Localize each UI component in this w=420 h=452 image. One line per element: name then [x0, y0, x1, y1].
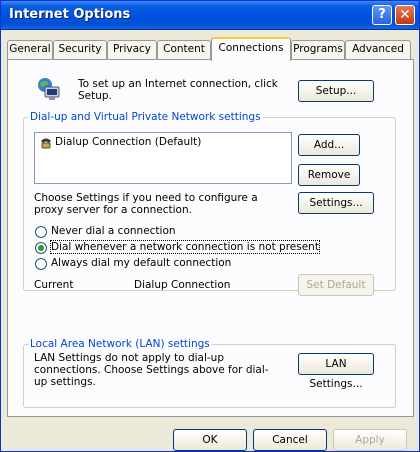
current-connection-value: Dialup Connection [134, 279, 231, 291]
list-item[interactable]: Dialup Connection (Default) [55, 136, 201, 148]
always-dial-label[interactable]: Always dial my default connection [51, 257, 231, 269]
tab-security[interactable]: Security [53, 40, 107, 59]
tab-general[interactable]: General [7, 40, 53, 59]
tab-connections[interactable]: Connections [211, 37, 291, 61]
proxy-description: Choose Settings if you need to configure… [34, 192, 258, 216]
connections-listbox[interactable]: Dialup Connection (Default) [34, 132, 292, 184]
tab-advanced[interactable]: Advanced [345, 40, 411, 59]
title-bar[interactable]: Internet Options ? ✕ [1, 1, 419, 30]
help-button[interactable]: ? [372, 5, 392, 25]
window-title: Internet Options [9, 7, 131, 22]
always-dial-radio[interactable] [35, 258, 47, 270]
setup-button[interactable]: Setup... [298, 80, 374, 102]
dialup-group-label: Dial-up and Virtual Private Network sett… [28, 111, 263, 123]
dial-when-no-network-label[interactable]: Dial whenever a network connection is no… [50, 240, 320, 254]
set-default-button[interactable]: Set Default [298, 274, 374, 296]
add-button[interactable]: Add... [298, 134, 360, 156]
never-dial-radio[interactable] [35, 226, 47, 238]
ok-button[interactable]: OK [173, 429, 247, 451]
dial-when-no-network-radio[interactable] [35, 242, 47, 254]
remove-button[interactable]: Remove [298, 164, 360, 186]
tab-privacy[interactable]: Privacy [107, 40, 157, 59]
cancel-button[interactable]: Cancel [253, 429, 327, 451]
close-button[interactable]: ✕ [395, 5, 415, 25]
lan-group-label: Local Area Network (LAN) settings [28, 338, 212, 350]
lan-settings-button[interactable]: LAN Settings... [298, 353, 374, 390]
lan-description: LAN Settings do not apply to dial-up con… [34, 352, 269, 388]
dialup-connection-icon [41, 138, 51, 149]
internet-connection-icon [38, 78, 60, 100]
current-label: Current [34, 279, 74, 291]
apply-button[interactable]: Apply [333, 429, 407, 451]
never-dial-label[interactable]: Never dial a connection [51, 225, 176, 237]
connections-panel: To set up an Internet connection, click … [7, 59, 414, 417]
tab-content[interactable]: Content [157, 40, 211, 59]
settings-button[interactable]: Settings... [298, 192, 374, 214]
tab-programs[interactable]: Programs [291, 40, 345, 59]
setup-description: To set up an Internet connection, click … [78, 78, 278, 102]
internet-options-window: Internet Options ? ✕ General Security Pr… [0, 0, 420, 452]
tab-strip: General Security Privacy Content Connect… [7, 37, 415, 61]
